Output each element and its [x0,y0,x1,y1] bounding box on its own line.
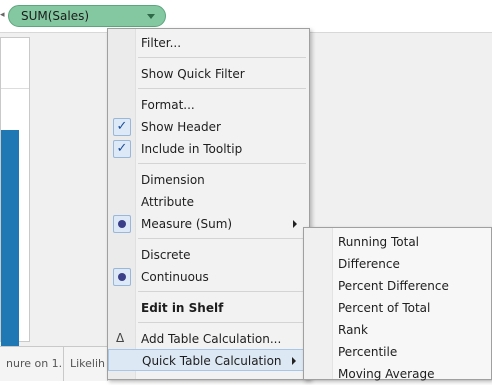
submenu-item-label: Percentile [338,345,398,359]
menu-item-add-table-calculation[interactable]: Δ Add Table Calculation... [108,328,309,350]
menu-item-discrete[interactable]: Discrete [108,244,309,266]
menu-item-dimension[interactable]: Dimension [108,169,309,191]
submenu-item-moving-average[interactable]: Moving Average [304,363,491,385]
sum-sales-pill[interactable]: SUM(Sales) [8,5,166,27]
menu-item-label: Format... [141,98,195,112]
menu-separator [138,291,306,292]
menu-item-filter[interactable]: Filter... [108,32,309,54]
radio-selected-icon [113,268,131,286]
submenu-item-percent-difference[interactable]: Percent Difference [304,275,491,297]
checkmark-icon: ✓ [113,118,131,136]
menu-separator [138,238,306,239]
checkmark-icon: ✓ [113,140,131,158]
menu-item-label: Filter... [141,36,182,50]
submenu-arrow-icon [292,357,296,365]
menu-item-label: Include in Tooltip [141,142,243,156]
menu-item-label: Edit in Shelf [141,301,224,315]
view-panel [0,37,30,370]
submenu-item-label: Moving Average [338,367,435,381]
submenu-item-running-total[interactable]: Running Total [304,231,491,253]
menu-item-label: Dimension [141,173,205,187]
sales-bar[interactable] [1,130,19,370]
pill-label: SUM(Sales) [21,9,90,23]
submenu-item-label: Rank [338,323,368,337]
menu-item-measure-sum[interactable]: Measure (Sum) [108,213,309,235]
quick-table-calculation-submenu: Running Total Difference Percent Differe… [303,227,492,381]
submenu-item-label: Percent of Total [338,301,431,315]
scroll-left-icon[interactable]: ◂ [0,10,6,20]
menu-separator [138,322,306,323]
menu-item-include-in-tooltip[interactable]: ✓ Include in Tooltip [108,138,309,160]
menu-item-quick-table-calculation[interactable]: Quick Table Calculation [108,349,309,371]
menu-item-attribute[interactable]: Attribute [108,191,309,213]
submenu-item-percent-of-total[interactable]: Percent of Total [304,297,491,319]
menu-item-label: Attribute [141,195,194,209]
sheet-tab-1[interactable]: nure on 1... [0,347,64,381]
menu-item-edit-in-shelf[interactable]: Edit in Shelf [108,297,309,319]
menu-separator [138,163,306,164]
menu-item-show-header[interactable]: ✓ Show Header [108,116,309,138]
menu-item-label: Discrete [141,248,191,262]
submenu-item-label: Running Total [338,235,420,249]
submenu-item-label: Difference [338,257,400,271]
submenu-arrow-icon [293,220,297,228]
menu-item-label: Show Quick Filter [141,67,245,81]
submenu-item-difference[interactable]: Difference [304,253,491,275]
radio-selected-icon [113,215,131,233]
menu-item-label: Add Table Calculation... [141,332,282,346]
menu-item-show-quick-filter[interactable]: Show Quick Filter [108,63,309,85]
sheet-tab-2[interactable]: Likelih [64,347,108,381]
delta-icon: Δ [116,331,125,345]
menu-item-label: Show Header [141,120,221,134]
header-divider [1,88,29,89]
submenu-item-label: Percent Difference [338,279,449,293]
menu-item-label: Measure (Sum) [141,217,233,231]
menu-item-continuous[interactable]: Continuous [108,266,309,288]
chevron-down-icon[interactable] [147,14,155,19]
menu-item-label: Continuous [141,270,209,284]
submenu-item-percentile[interactable]: Percentile [304,341,491,363]
submenu-item-rank[interactable]: Rank [304,319,491,341]
pill-context-menu: Filter... Show Quick Filter Format... ✓ … [107,28,310,380]
menu-item-format[interactable]: Format... [108,94,309,116]
menu-item-label: Quick Table Calculation [142,354,282,368]
menu-separator [138,88,306,89]
menu-separator [138,57,306,58]
